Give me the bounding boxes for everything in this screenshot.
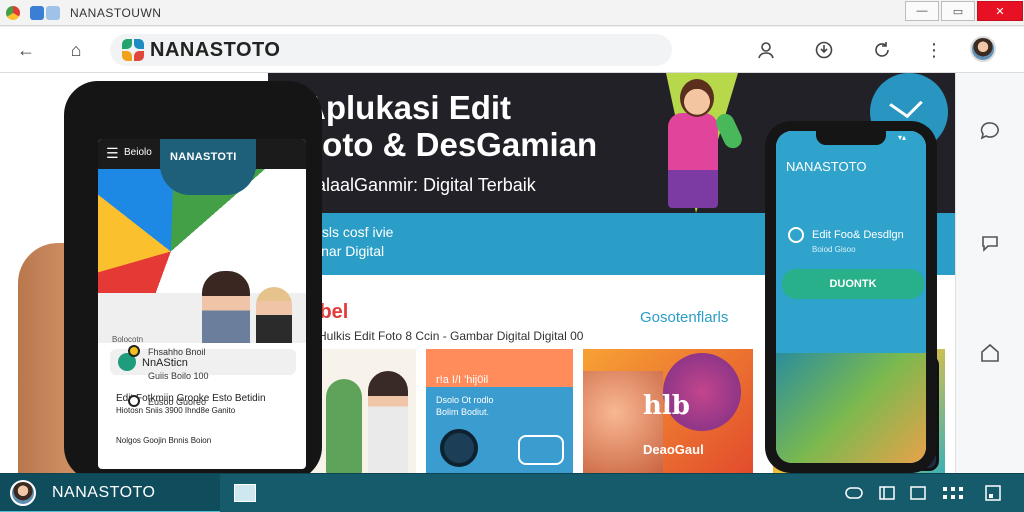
square-icon[interactable] — [907, 483, 929, 503]
phone-left-item-3[interactable]: Eusoo Guoreo — [148, 397, 206, 407]
hero-title: Aplukasi Edit Foto & DesGamian — [302, 89, 598, 163]
app-icon — [30, 5, 44, 20]
home-button[interactable]: ⌂ — [62, 36, 90, 64]
refresh-icon — [875, 42, 889, 57]
site-logo-icon — [122, 39, 144, 61]
phone-left-badge-text: NANASTOTI — [170, 151, 237, 163]
section-link[interactable]: Gosotenflarls — [640, 309, 728, 326]
minimize-button[interactable]: — — [905, 1, 939, 21]
camera-lens-icon — [440, 429, 478, 467]
address-text: NANASTOTO — [150, 38, 281, 61]
hamburger-menu-icon[interactable]: ☰ — [106, 145, 119, 162]
status-icons: ▾▴ — [898, 133, 907, 142]
chat-bubble-icon — [980, 122, 999, 140]
face-image — [583, 371, 663, 473]
window-title-bar: NANASTOUWN — ▭ ✕ — [0, 0, 1024, 26]
card2-text-1: r!a I/I 'hij0il — [436, 374, 489, 386]
phone-left-badge — [160, 139, 256, 195]
menu-button[interactable]: ⋮ — [920, 36, 948, 64]
gallery-card-2[interactable]: r!a I/I 'hij0il Dsolo Ot rodlo Bolim Bod… — [426, 349, 573, 473]
woman-hat-photo — [256, 287, 292, 343]
list-item-icon-2 — [128, 395, 140, 407]
profile-avatar[interactable] — [970, 36, 996, 62]
back-button[interactable]: ← — [12, 36, 40, 64]
phone-left-small-label: Bolocotn — [112, 335, 144, 344]
taskbar-thumbnail[interactable] — [234, 484, 256, 502]
window-icon[interactable] — [876, 483, 898, 503]
app-secondary-icon — [46, 5, 60, 20]
page-content: Aplukasi Edit Foto & DesGamian GalaalGan… — [0, 73, 955, 473]
maximize-button[interactable]: ▭ — [941, 1, 975, 21]
download-app-button[interactable]: DUONTK — [782, 269, 924, 299]
card3-caption: DeaoGaul — [643, 442, 704, 457]
phone-notch — [816, 131, 886, 145]
card3-logo: hlb — [643, 391, 690, 421]
address-bar[interactable]: NANASTOTO — [110, 34, 672, 66]
phone-left-card-label: NnASticn — [142, 357, 188, 369]
list-item-icon-1 — [128, 345, 140, 357]
hero-subtitle: GalaalGanmir: Digital Terbaik — [302, 175, 536, 195]
person-image — [368, 371, 408, 473]
card2-text-3: Bolim Bodiut. — [436, 407, 490, 417]
info-icon — [788, 227, 804, 243]
browser-icon — [6, 5, 20, 20]
section-description: Hulkis Edit Foto 8 Ccin - Gambar Digital… — [318, 329, 584, 343]
phone-right-screen: ▾▴ NANASTOTO Edit Foo& Desdlgn Boiod Gis… — [776, 131, 926, 463]
right-sidebar — [955, 73, 1024, 473]
gallery-card-1[interactable] — [306, 349, 416, 473]
phone-right-small-label: Boiod Gisoo — [812, 245, 856, 254]
phone-right-edit-label: Edit Foo& Desdlgn — [812, 229, 904, 241]
person-icon — [758, 42, 774, 59]
download-button[interactable] — [810, 36, 838, 64]
comment-icon — [982, 236, 998, 252]
home-sidebar-button[interactable] — [978, 341, 1002, 365]
phone-left-item-1[interactable]: Fhsahho Bnoil — [148, 347, 206, 357]
phone-left-screen: ☰ Beiolo NANASTOTI Bolocotn NnASticn Edi… — [98, 139, 306, 469]
hero-illustration-head — [680, 79, 714, 117]
gamepad-icon[interactable] — [843, 483, 865, 503]
discussion-sidebar-button[interactable] — [978, 231, 1002, 255]
chat-icon[interactable] — [518, 435, 564, 465]
flag-icon[interactable] — [982, 483, 1004, 503]
house-icon — [981, 343, 999, 362]
window-title: NANASTOUWN — [70, 5, 162, 20]
download-icon — [815, 41, 833, 59]
gallery-card-3[interactable]: hlb DeaoGaul — [583, 349, 753, 473]
refresh-button[interactable] — [868, 36, 896, 64]
window-controls: — ▭ ✕ — [904, 0, 1024, 22]
grid-icon[interactable] — [942, 483, 964, 503]
close-button[interactable]: ✕ — [977, 1, 1023, 21]
phone-right-title: NANASTOTO — [786, 159, 867, 174]
taskbar: NANASTOTO — [0, 473, 1024, 512]
taskbar-app-active[interactable]: NANASTOTO — [0, 474, 220, 512]
chat-sidebar-button[interactable] — [978, 119, 1002, 143]
hero-illustration-body — [668, 113, 718, 208]
browser-toolbar: ← ⌂ NANASTOTO ⋮ — [0, 27, 1024, 73]
phone-right-image — [776, 353, 926, 463]
taskbar-app-name: NANASTOTO — [52, 484, 156, 501]
plant-image — [326, 379, 362, 473]
phone-left-header-text: Beiolo — [124, 147, 152, 158]
woman-photo — [202, 271, 250, 343]
phone-left-item-2[interactable]: Guiis Boilo 100 — [148, 371, 209, 381]
account-button[interactable] — [752, 36, 780, 64]
taskbar-avatar — [10, 480, 36, 506]
